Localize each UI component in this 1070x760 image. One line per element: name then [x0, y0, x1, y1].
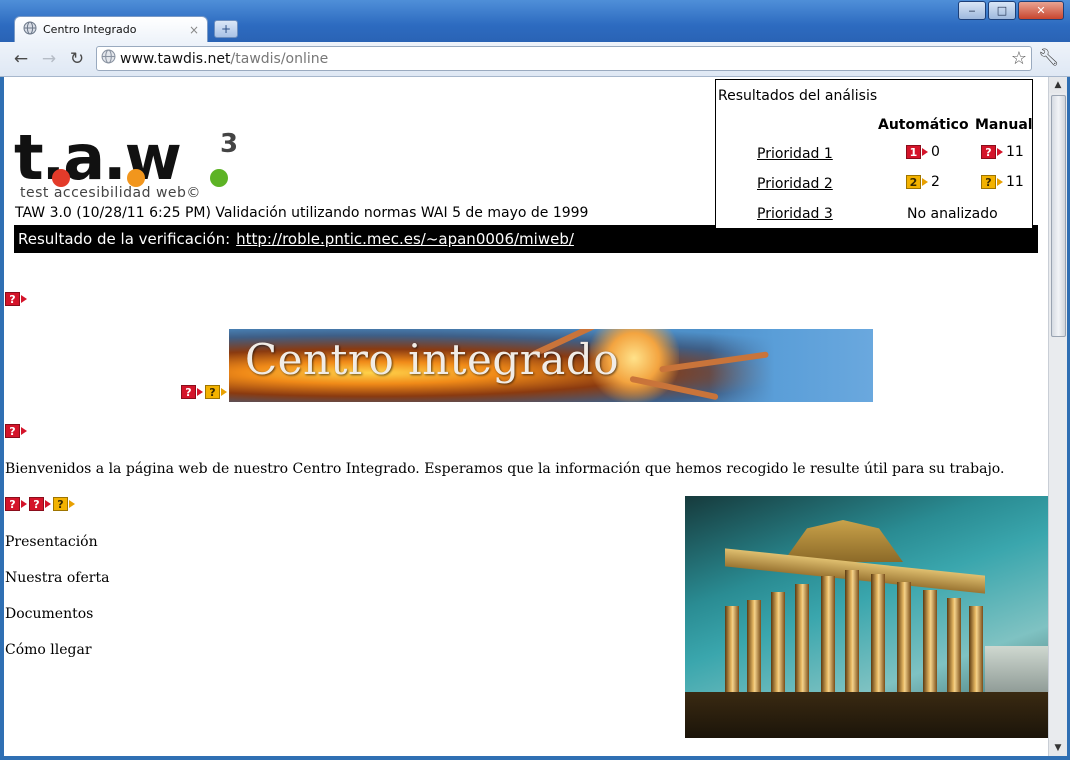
reload-button[interactable]: ↻	[66, 48, 88, 70]
scroll-up-icon[interactable]: ▲	[1049, 77, 1067, 93]
page-viewport: t.a.w 3 test accesibilidad web© TAW 3.0 …	[4, 77, 1048, 756]
url-path: /tawdis/online	[230, 50, 329, 67]
logo-green-dot	[210, 169, 228, 187]
manual-check-icon[interactable]: ?	[5, 424, 27, 438]
priority-2-manual-icon: ?	[981, 175, 1003, 189]
url-host: www.tawdis.net	[120, 50, 231, 67]
close-window-button[interactable]: ✕	[1018, 1, 1064, 20]
centro-integrado-banner: Centro integrado	[229, 329, 873, 402]
menu-item-documentos[interactable]: Documentos	[5, 606, 93, 622]
priority-1-error-icon: 1	[906, 145, 928, 159]
priority-1-auto-count: 0	[931, 144, 940, 160]
page-globe-icon	[101, 49, 116, 68]
verification-label: Resultado de la verificación:	[18, 230, 231, 248]
new-tab-button[interactable]: +	[214, 20, 238, 38]
maximize-button[interactable]: □	[988, 1, 1016, 20]
browser-toolbar: ← → ↻ www.tawdis.net/tawdis/online ☆ 🔧︎	[0, 42, 1070, 77]
priority-1-link[interactable]: Prioridad 1	[757, 146, 833, 162]
scroll-thumb[interactable]	[1051, 95, 1066, 337]
forward-arrow-icon: →	[41, 49, 57, 69]
priority-2-manual-count: 11	[1006, 174, 1024, 190]
logo-tagline: test accesibilidad web©	[20, 185, 201, 201]
priority-1-auto[interactable]: 1 0	[906, 144, 940, 160]
wrench-menu-icon[interactable]: 🔧︎	[1038, 48, 1060, 68]
url-text[interactable]: www.tawdis.net/tawdis/online	[120, 51, 1011, 67]
priority-2-link[interactable]: Prioridad 2	[757, 176, 833, 192]
forward-button[interactable]: →	[38, 48, 60, 70]
back-button[interactable]: ←	[10, 48, 32, 70]
verification-bar: Resultado de la verificación: http://rob…	[14, 225, 1038, 253]
priority-3-link[interactable]: Prioridad 3	[757, 206, 833, 222]
reload-icon: ↻	[69, 49, 85, 69]
tab-centro-integrado[interactable]: Centro Integrado ×	[14, 16, 208, 42]
priority-2-warning-icon: 2	[906, 175, 928, 189]
priority-2-manual[interactable]: ? 11	[981, 174, 1024, 190]
priority-1-manual-icon: ?	[981, 145, 1003, 159]
minimize-button[interactable]: ‒	[958, 1, 986, 20]
priority-1-manual-count: 11	[1006, 144, 1024, 160]
manual-check-icon[interactable]: ?	[5, 292, 27, 306]
tab-title: Centro Integrado	[43, 23, 137, 36]
scroll-down-icon[interactable]: ▼	[1049, 740, 1067, 756]
tab-close-icon[interactable]: ×	[189, 23, 199, 37]
vertical-scrollbar[interactable]: ▲ ▼	[1048, 77, 1067, 756]
bookmark-star-icon[interactable]: ☆	[1011, 48, 1027, 69]
priority-3-not-analyzed: No analizado	[907, 206, 998, 222]
header-automatic: Automático	[878, 117, 969, 133]
taw-logo: t.a.w 3 test accesibilidad web©	[14, 127, 244, 203]
logo-superscript: 3	[220, 129, 239, 159]
marker-row-1: ?	[5, 292, 27, 306]
verification-url-link[interactable]: http://roble.pntic.mec.es/~apan0006/miwe…	[236, 230, 574, 248]
marker-row-3: ? ? ?	[5, 497, 75, 511]
priority-2-auto-count: 2	[931, 174, 940, 190]
globe-icon	[23, 20, 37, 39]
manual-check-icon[interactable]: ?	[29, 497, 51, 511]
marker-row-2: ?	[5, 424, 27, 438]
results-title: Resultados del análisis	[718, 88, 878, 104]
menu-item-presentacion[interactable]: Presentación	[5, 534, 98, 550]
welcome-paragraph: Bienvenidos a la página web de nuestro C…	[5, 461, 1005, 477]
validation-info: TAW 3.0 (10/28/11 6:25 PM) Validación ut…	[15, 205, 589, 221]
banner-title: Centro integrado	[245, 335, 620, 384]
results-panel: Resultados del análisis Automático Manua…	[715, 79, 1033, 229]
warning-check-icon[interactable]: ?	[53, 497, 75, 511]
menu-item-nuestra-oferta[interactable]: Nuestra oferta	[5, 570, 109, 586]
priority-2-auto[interactable]: 2 2	[906, 174, 940, 190]
marker-row-banner: ? ?	[181, 385, 227, 399]
menu-item-como-llegar[interactable]: Cómo llegar	[5, 642, 92, 658]
header-manual: Manual	[975, 117, 1033, 133]
warning-check-icon[interactable]: ?	[205, 385, 227, 399]
window-titlebar: Centro Integrado × + ‒ □ ✕	[0, 0, 1070, 42]
priority-1-manual[interactable]: ? 11	[981, 144, 1024, 160]
manual-check-icon[interactable]: ?	[5, 497, 27, 511]
address-bar[interactable]: www.tawdis.net/tawdis/online ☆	[96, 46, 1032, 71]
manual-check-icon[interactable]: ?	[181, 385, 203, 399]
logo-word: t.a.w	[14, 121, 182, 194]
back-arrow-icon: ←	[13, 49, 29, 69]
roman-temple-photo	[685, 496, 1048, 738]
